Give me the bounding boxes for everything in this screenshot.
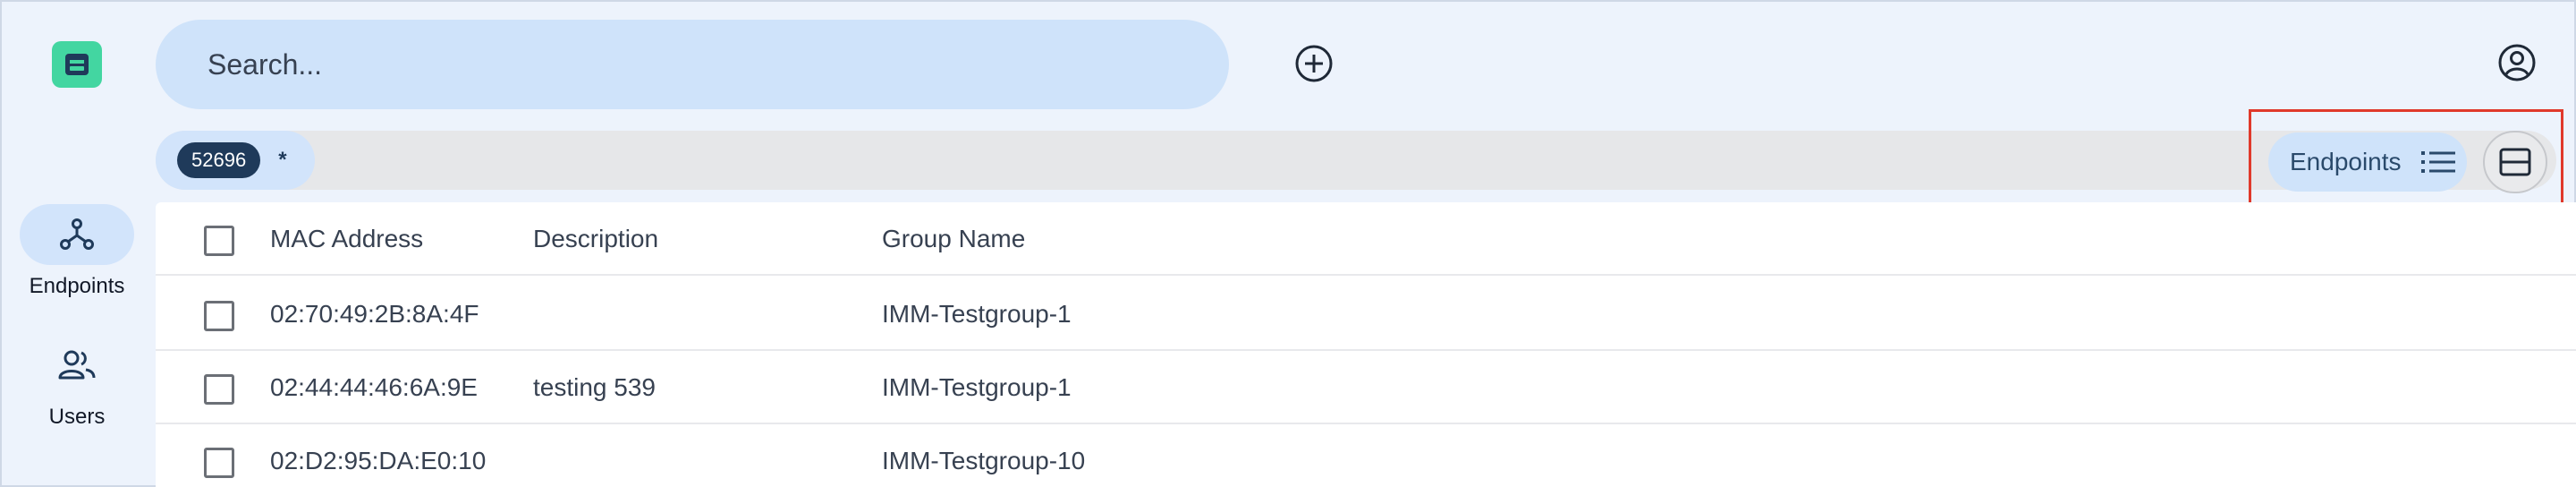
list-icon bbox=[2420, 150, 2455, 174]
select-all-checkbox[interactable] bbox=[204, 226, 234, 256]
sidebar-item-endpoints-pill[interactable] bbox=[20, 204, 134, 265]
row-checkbox[interactable] bbox=[204, 374, 234, 405]
add-button[interactable] bbox=[1292, 41, 1336, 86]
graph-nodes-icon bbox=[60, 218, 94, 250]
add-circle-icon bbox=[1295, 45, 1333, 82]
cell-group: IMM-Testgroup-1 bbox=[882, 300, 1072, 328]
account-circle-icon bbox=[2498, 44, 2536, 81]
sidebar: Endpoints Users bbox=[0, 0, 154, 487]
endpoints-table: MAC Address Description Group Name 02:70… bbox=[156, 202, 2576, 487]
column-header-mac[interactable]: MAC Address bbox=[270, 202, 423, 276]
view-endpoints-label: Endpoints bbox=[2290, 148, 2402, 175]
cell-group: IMM-Testgroup-10 bbox=[882, 447, 1086, 474]
table-row[interactable]: 02:D2:95:DA:E0:10 IMM-Testgroup-10 bbox=[156, 424, 2576, 487]
profile-button[interactable] bbox=[2496, 41, 2538, 84]
column-header-group[interactable]: Group Name bbox=[882, 202, 1025, 276]
cell-mac: 02:70:49:2B:8A:4F bbox=[270, 300, 479, 328]
result-count-badge: 52696 bbox=[177, 142, 261, 178]
users-icon bbox=[58, 350, 96, 380]
cell-group: IMM-Testgroup-1 bbox=[882, 373, 1072, 401]
sidebar-item-users-pill[interactable] bbox=[20, 335, 134, 396]
view-endpoints-button[interactable]: Endpoints bbox=[2268, 132, 2467, 192]
cell-mac: 02:D2:95:DA:E0:10 bbox=[270, 447, 487, 474]
cell-description: testing 539 bbox=[533, 373, 656, 401]
sidebar-item-label: Users bbox=[48, 405, 106, 429]
cell-mac: 02:44:44:46:6A:9E bbox=[270, 373, 478, 401]
table-row[interactable]: 02:44:44:46:6A:9E testing 539 IMM-Testgr… bbox=[156, 351, 2576, 424]
filter-asterisk[interactable]: * bbox=[278, 148, 286, 173]
table-row[interactable]: 02:70:49:2B:8A:4F IMM-Testgroup-1 bbox=[156, 278, 2576, 351]
filter-chip[interactable]: 52696 * bbox=[156, 131, 315, 190]
search-bar[interactable] bbox=[156, 20, 1229, 109]
row-checkbox[interactable] bbox=[204, 301, 234, 331]
search-input[interactable] bbox=[208, 47, 1102, 81]
sidebar-item-label: Endpoints bbox=[29, 274, 125, 298]
table-header-row: MAC Address Description Group Name bbox=[156, 202, 2576, 276]
split-view-icon bbox=[2499, 148, 2531, 176]
sidebar-item-endpoints[interactable]: Endpoints bbox=[0, 204, 154, 299]
row-checkbox[interactable] bbox=[204, 448, 234, 478]
column-header-description[interactable]: Description bbox=[533, 202, 658, 276]
sidebar-item-users[interactable]: Users bbox=[0, 335, 154, 430]
layout-toggle-button[interactable] bbox=[2483, 131, 2547, 193]
app-logo-icon[interactable] bbox=[52, 41, 102, 88]
filter-bar: 52696 * bbox=[156, 131, 2556, 190]
